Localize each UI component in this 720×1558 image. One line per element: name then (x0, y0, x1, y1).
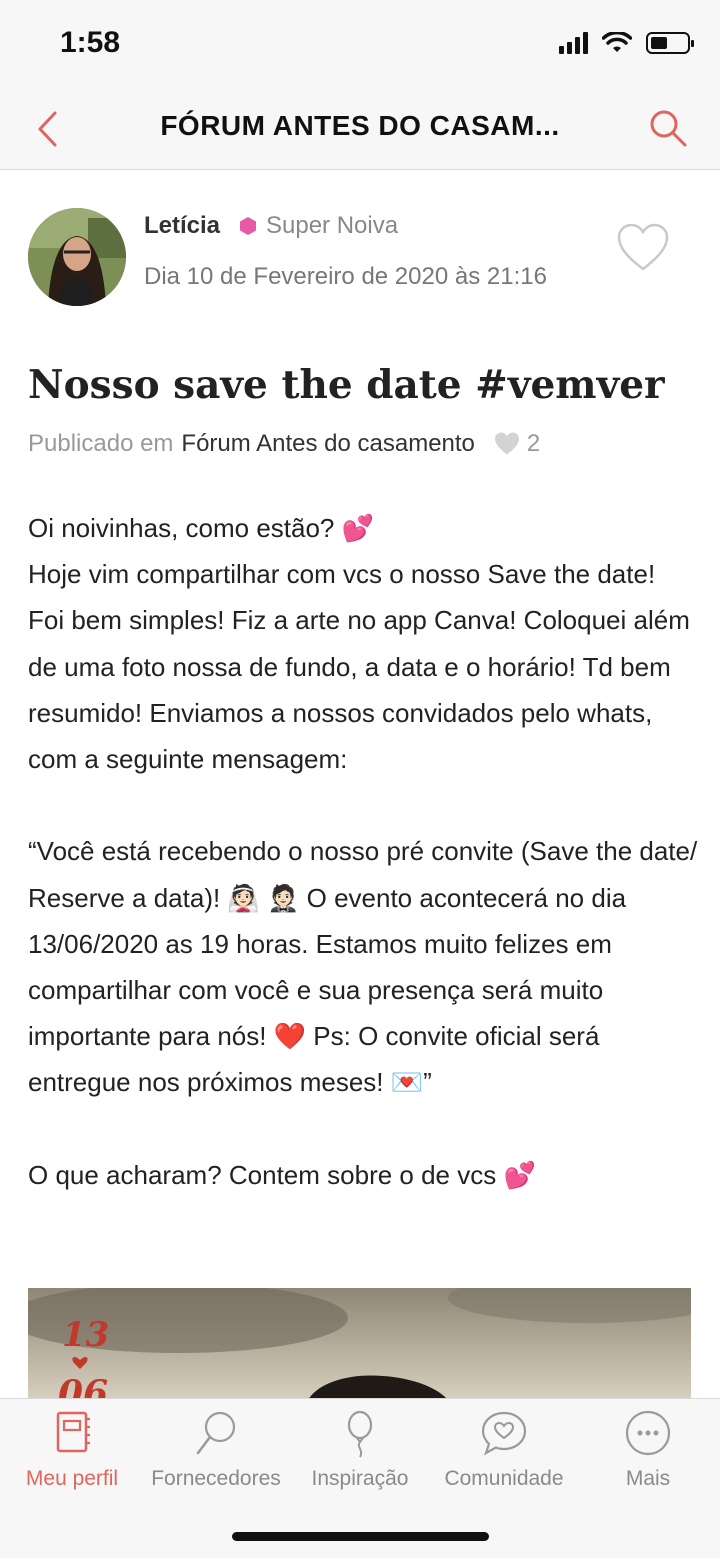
post-image[interactable]: 13 06 (28, 1288, 691, 1400)
chevron-left-icon (38, 111, 57, 147)
tab-comunidade[interactable]: Comunidade (432, 1409, 576, 1499)
image-day: 13 (62, 1315, 109, 1355)
battery-icon (646, 32, 694, 54)
heart-outline-icon (617, 223, 669, 271)
post-title: Nosso save the date #vemver (28, 362, 665, 408)
magnifier-icon (196, 1411, 236, 1455)
chat-heart-icon (481, 1411, 527, 1456)
post-body: Oi noivinhas, como estão? 💕 Hoje vim com… (28, 505, 698, 1198)
forum-link[interactable]: Fórum Antes do casamento (181, 430, 474, 458)
avatar[interactable] (28, 208, 126, 306)
balloon-icon (347, 1410, 373, 1458)
status-icons (559, 32, 694, 54)
back-button[interactable] (22, 104, 72, 154)
tab-label: Fornecedores (151, 1467, 281, 1490)
tab-fornecedores[interactable]: Fornecedores (144, 1409, 288, 1499)
likes-number: 2 (526, 430, 541, 457)
tab-mais[interactable]: Mais (576, 1409, 720, 1499)
likes-count[interactable]: 2 (493, 430, 540, 458)
search-icon (650, 110, 687, 147)
search-button[interactable] (642, 102, 694, 154)
author-rank: Super Noiva (238, 212, 398, 240)
hexagon-badge-icon (240, 217, 256, 235)
body-paragraph: Hoje vim compartilhar com vcs o nosso Sa… (28, 559, 690, 775)
signal-icon (559, 32, 588, 54)
tab-label: Mais (625, 1467, 671, 1490)
body-paragraph: Oi noivinhas, como estão? 💕 (28, 513, 374, 543)
page-title: FÓRUM ANTES DO CASAM... (160, 110, 560, 141)
favorite-button[interactable] (616, 222, 670, 274)
body-paragraph: O que acharam? Contem sobre o de vcs 💕 (28, 1159, 536, 1190)
author-name[interactable]: Letícia (144, 212, 220, 240)
post-meta: Publicado em Fórum Antes do casamento 2 (28, 430, 540, 458)
home-indicator (232, 1532, 489, 1541)
status-time: 1:58 (60, 26, 121, 59)
body-paragraph: “Você está recebendo o nosso pré convite… (28, 836, 698, 1098)
heart-filled-icon (494, 432, 519, 455)
image-month: 06 (58, 1373, 108, 1400)
nav-header: FÓRUM ANTES DO CASAM... (0, 88, 720, 170)
tab-label: Meu perfil (25, 1467, 119, 1490)
more-dots-icon (625, 1410, 671, 1456)
post-date: Dia 10 de Fevereiro de 2020 às 21:16 (144, 263, 547, 290)
tab-meu-perfil[interactable]: Meu perfil (0, 1409, 144, 1499)
tab-inspiracao[interactable]: Inspiração (288, 1409, 432, 1499)
wifi-icon (602, 32, 632, 52)
status-bar: 1:58 (0, 0, 720, 88)
profile-book-icon (56, 1411, 90, 1453)
published-prefix: Publicado em (28, 430, 174, 457)
tab-label: Inspiração (311, 1467, 409, 1490)
rank-label: Super Noiva (266, 212, 399, 239)
tab-label: Comunidade (444, 1467, 564, 1490)
